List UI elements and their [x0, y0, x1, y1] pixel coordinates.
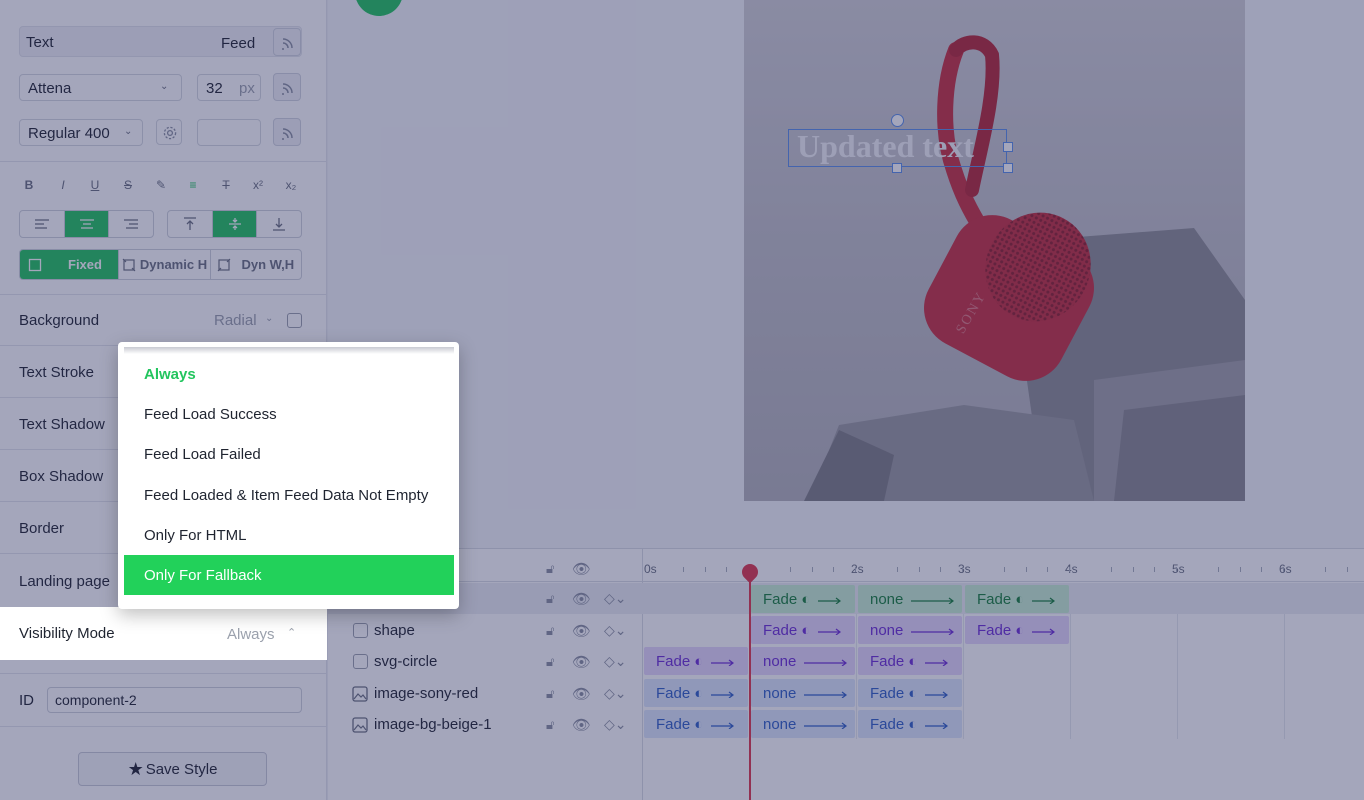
- visibility-mode-label: Visibility Mode: [19, 625, 115, 642]
- option-feed-load-success[interactable]: Feed Load Success: [124, 394, 454, 434]
- visibility-mode-dropdown: Always Feed Load Success Feed Load Faile…: [118, 342, 459, 609]
- option-feed-load-failed[interactable]: Feed Load Failed: [124, 434, 454, 474]
- option-only-for-fallback[interactable]: Only For Fallback: [124, 555, 454, 595]
- visibility-mode-value[interactable]: Always: [227, 626, 275, 643]
- option-always[interactable]: Always: [124, 354, 454, 394]
- dropdown-top-bar: [124, 347, 454, 354]
- visibility-mode-row[interactable]: Visibility Mode Always ⌃: [0, 607, 327, 660]
- option-feed-loaded-not-empty[interactable]: Feed Loaded & Item Feed Data Not Empty: [124, 475, 454, 515]
- option-only-for-html[interactable]: Only For HTML: [124, 515, 454, 555]
- chevron-up-icon: ⌃: [287, 627, 297, 639]
